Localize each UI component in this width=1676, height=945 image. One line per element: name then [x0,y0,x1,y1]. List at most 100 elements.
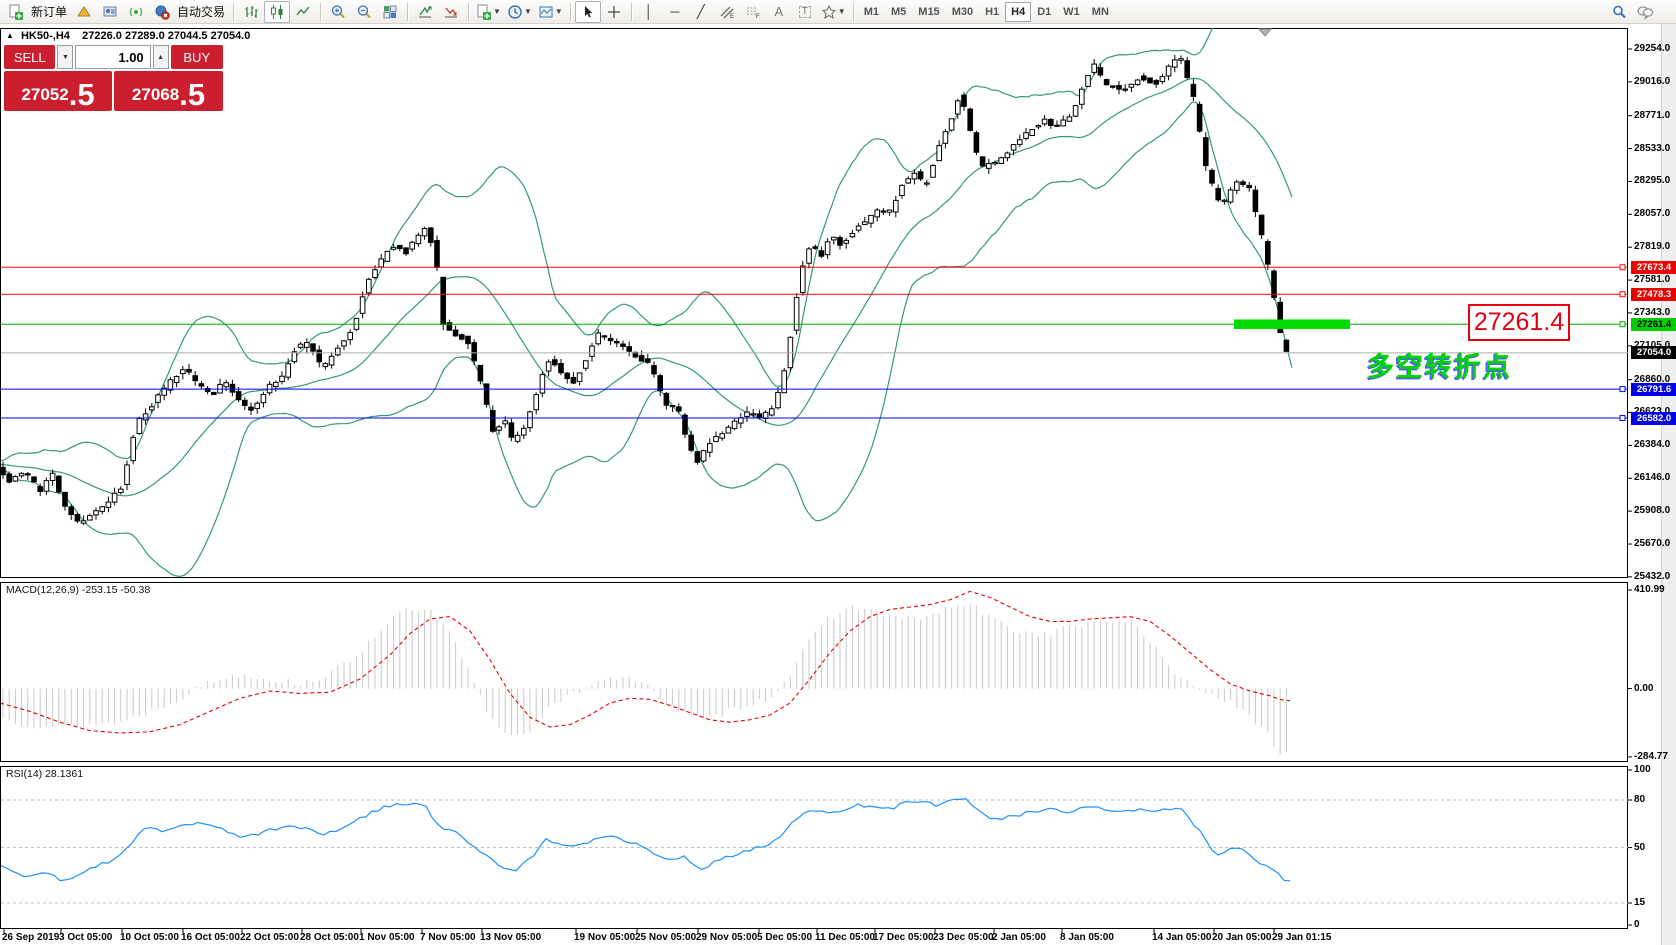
candle-body [119,489,124,492]
signals-button[interactable] [123,1,149,23]
sell-button[interactable]: SELL [4,45,55,69]
main-panel[interactable] [1,29,1628,578]
time-axis-label: 3 Oct 05:00 [59,932,112,943]
candle-body [708,444,713,453]
macd-panel[interactable] [1,583,1628,762]
zoom-in-button[interactable] [325,1,351,23]
time-axis-label: 28 Oct 05:00 [300,932,359,943]
candle-body [1166,66,1171,76]
candle-body [571,377,576,383]
dropdown-arrow-icon: ▼ [838,7,846,16]
toolbar-separator [233,3,234,21]
vertical-line-tool[interactable]: │ [636,1,662,23]
autotrading-label[interactable]: 自动交易 [177,3,225,20]
new-order-button[interactable] [3,1,29,23]
timeframe-h4[interactable]: H4 [1005,2,1031,22]
candle-body [1148,78,1153,83]
price-callout-box[interactable]: 27261.4 [1468,304,1570,341]
chat-button[interactable] [1632,1,1658,23]
candle-body [534,395,539,410]
search-button[interactable] [1606,1,1632,23]
cursor-button[interactable] [575,1,601,23]
timeframe-m30[interactable]: M30 [946,2,979,22]
crosshair-button[interactable] [601,1,627,23]
sell-price[interactable]: 27052 .5 [4,71,112,111]
indicator-list-button[interactable] [438,1,464,23]
template-icon [538,4,554,20]
candle-body [1204,138,1209,166]
volume-increase-button[interactable]: ▲ [153,45,169,69]
fibonacci-tool[interactable]: F [740,1,766,23]
candle-body [367,279,372,293]
candle-body [1154,81,1159,85]
vertical-line-icon: │ [645,5,653,18]
candle-body [1235,182,1240,190]
data-window-button[interactable] [97,1,123,23]
candle-body [522,428,527,435]
chart-canvas[interactable] [0,0,1676,945]
price-axis-tick: 28771.0 [1634,110,1670,121]
candle-body [646,359,651,362]
market-watch-button[interactable] [71,1,97,23]
zoom-out-button[interactable] [351,1,377,23]
candle-body [794,298,799,331]
candle-body [1104,80,1109,85]
timeframe-m5[interactable]: M5 [885,2,912,22]
candle-body [807,249,812,263]
candle-body [131,437,136,460]
candle-body [342,341,347,346]
buy-button[interactable]: BUY [171,45,223,69]
candle-body [546,362,551,371]
candle-body [553,360,558,365]
timeframe-h1[interactable]: H1 [979,2,1005,22]
trendline-tool[interactable]: ╱ [688,1,714,23]
candle-body [863,222,868,225]
autotrading-button[interactable] [149,1,175,23]
candle-body [956,101,961,114]
candle-body [435,241,440,268]
templates-button[interactable]: ▼ [535,1,566,23]
new-order-label[interactable]: 新订单 [31,3,67,20]
shapes-tool[interactable]: ▼ [818,1,849,23]
collapse-trade-panel-icon[interactable]: ▲ [6,31,14,40]
candle-body [1253,190,1258,211]
candlestick-chart-button[interactable] [264,1,290,23]
price-axis-tick: 26384.0 [1634,439,1670,450]
time-axis-label: 17 Dec 05:00 [873,932,934,943]
timeframe-m15[interactable]: M15 [912,2,945,22]
candle-body [1,467,6,474]
show-indicators-button[interactable] [412,1,438,23]
timeframe-mn[interactable]: MN [1086,2,1115,22]
price-axis-tick: 26146.0 [1634,472,1670,483]
candle-body [770,409,775,415]
candle-body [1117,86,1122,90]
volume-input[interactable]: 1.00 [75,45,150,69]
buy-price[interactable]: 27068 .5 [114,71,223,111]
volume-decrease-button[interactable]: ▼ [57,45,73,69]
price-axis-tick: 25670.0 [1634,538,1670,549]
note-text[interactable]: 多空转折点 [1367,345,1512,384]
channel-tool[interactable]: E [714,1,740,23]
level-anchor-marker [1620,387,1625,392]
time-axis-label: 10 Oct 05:00 [120,932,179,943]
timeframe-d1[interactable]: D1 [1031,2,1057,22]
label-tool[interactable]: T [792,1,818,23]
candle-body [255,403,260,408]
periods-button[interactable]: ▼ [504,1,535,23]
tile-windows-button[interactable] [377,1,403,23]
candle-body [714,437,719,442]
candle-body [1173,60,1178,67]
candlestick-chart-icon [269,4,285,20]
line-chart-button[interactable] [290,1,316,23]
timeframe-m1[interactable]: M1 [858,2,885,22]
candle-body [732,421,737,428]
new-chart-button[interactable]: ▼ [473,1,504,23]
candle-body [224,383,229,387]
highlight-rectangle[interactable] [1234,319,1350,329]
time-axis-label: 13 Nov 05:00 [480,932,541,943]
candle-body [484,384,489,404]
timeframe-w1[interactable]: W1 [1057,2,1086,22]
bar-chart-button[interactable] [238,1,264,23]
text-tool[interactable]: A [766,1,792,23]
horizontal-line-tool[interactable]: ─ [662,1,688,23]
